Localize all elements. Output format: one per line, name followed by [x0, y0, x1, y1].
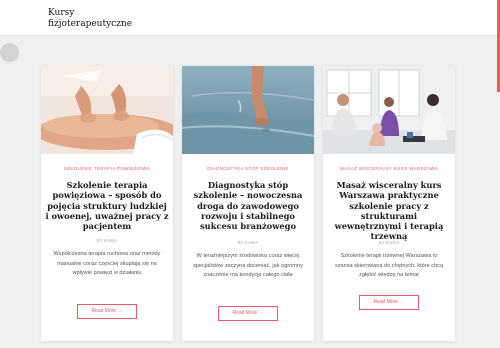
post-excerpt: W teraźniejszym środowisku coraz więcej …	[193, 253, 303, 279]
post-card: DIAGNOSTYKA STÓP SZKOLENIE Diagnostyka s…	[182, 66, 314, 341]
post-excerpt: Szkolenie terapii trzewnej Warszawa to s…	[334, 253, 444, 279]
post-title[interactable]: Diagnostyka stóp szkolenie – nowoczesna …	[186, 180, 310, 231]
read-more-button[interactable]: Read More →	[77, 304, 137, 319]
site-header: Kursy fizjoterapeutyczne	[0, 0, 500, 36]
site-title-line-1[interactable]: Kursy	[48, 8, 168, 19]
post-card: SZKOLENIE TERAPIA POWIĘZIOWA Szkolenie t…	[41, 66, 173, 341]
site-title[interactable]: Kursy fizjoterapeutyczne	[48, 8, 168, 30]
post-category[interactable]: SZKOLENIE TERAPIA POWIĘZIOWA	[45, 166, 169, 171]
post-image-massage[interactable]	[41, 66, 173, 154]
circle-button[interactable]	[0, 43, 19, 62]
read-more-button[interactable]: Read More →	[218, 306, 278, 321]
post-title[interactable]: Szkolenie terapia powięziowa – sposób do…	[45, 180, 169, 231]
post-category[interactable]: DIAGNOSTYKA STÓP SZKOLENIE	[186, 166, 310, 171]
post-image-group-session[interactable]	[323, 66, 455, 154]
post-author: BY KASIA	[378, 240, 400, 245]
site-title-line-2[interactable]: fizjoterapeutyczne	[48, 19, 168, 30]
post-author: BY KASIA	[96, 238, 118, 243]
read-more-button[interactable]: Read More →	[359, 295, 419, 310]
post-author: BY KASIA	[237, 240, 259, 245]
post-card: MASAŻ WISCERALNY KURS WARSZAWA Masaż wis…	[323, 66, 455, 341]
post-title[interactable]: Masaż wisceralny kurs Warszawa praktyczn…	[327, 180, 451, 242]
post-excerpt: Współczesna terapia ruchowa oraz metody …	[53, 251, 161, 277]
post-category[interactable]: MASAŻ WISCERALNY KURS WARSZAWA	[327, 166, 451, 171]
post-image-feet-sand[interactable]	[182, 66, 314, 154]
